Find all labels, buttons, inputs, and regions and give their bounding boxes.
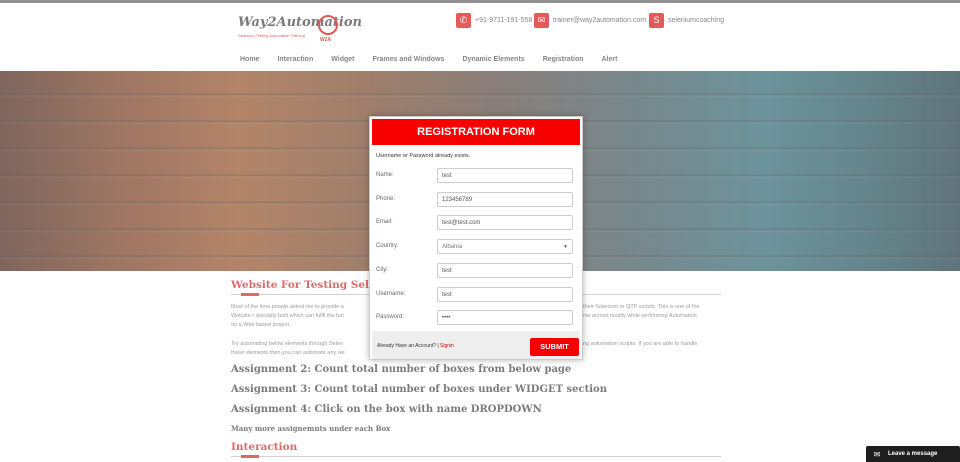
city-label: City:	[376, 267, 388, 273]
email-label: Email:	[376, 219, 393, 225]
city-row: City: test	[376, 263, 573, 279]
password-input[interactable]: ••••	[437, 310, 573, 325]
modal-title: REGISTRATION FORM	[372, 119, 580, 145]
chat-widget[interactable]: ✉ Leave a message	[866, 446, 960, 462]
envelope-icon: ✉	[873, 449, 881, 459]
password-row: Password: ••••	[376, 310, 573, 326]
password-label: Password:	[376, 314, 405, 320]
submit-button[interactable]: SUBMIT	[530, 338, 579, 356]
city-input[interactable]: test	[437, 263, 573, 278]
email-input[interactable]: test@test.com	[437, 215, 573, 230]
country-select[interactable]: Albania ▼	[437, 239, 573, 254]
username-input[interactable]: test	[437, 287, 573, 302]
username-row: Username: test	[376, 287, 573, 303]
country-label: Country:	[376, 243, 399, 249]
phone-label: Phone:	[376, 196, 396, 202]
name-input[interactable]: test	[437, 168, 573, 183]
phone-input[interactable]: 123456789	[437, 192, 573, 207]
modal-footer: Already Have an Account? | Signin SUBMIT	[372, 331, 580, 359]
account-prompt: Already Have an Account? | Signin	[377, 343, 454, 349]
username-label: Username:	[376, 291, 406, 297]
name-row: Name: test	[376, 168, 573, 184]
chat-label: Leave a message	[888, 451, 938, 457]
name-label: Name:	[376, 172, 394, 178]
phone-row: Phone: 123456789	[376, 192, 573, 208]
account-prompt-text: Already Have an Account? |	[377, 343, 441, 349]
chevron-down-icon: ▼	[563, 244, 568, 250]
country-row: Country: Albania ▼	[376, 239, 573, 255]
registration-modal: REGISTRATION FORM Username or Password a…	[369, 116, 583, 360]
country-selected-value: Albania	[442, 244, 463, 250]
signin-link[interactable]: Signin	[440, 343, 454, 349]
error-message: Username or Password already exists.	[376, 153, 471, 159]
email-row: Email: test@test.com	[376, 215, 573, 231]
